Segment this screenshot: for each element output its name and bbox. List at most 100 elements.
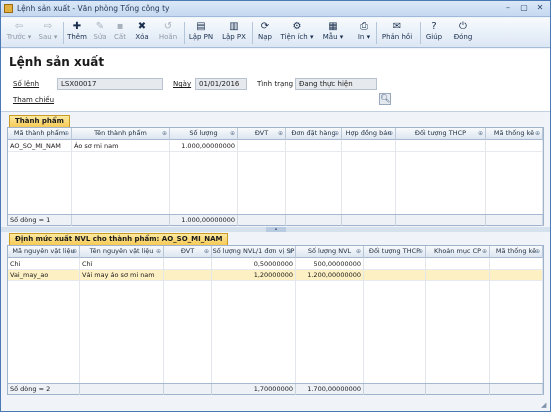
toolbar-button-issue[interactable]: ▥ Lập PX	[219, 20, 249, 46]
table-cell[interactable]	[490, 259, 543, 270]
chevron-down-icon: ▾	[51, 33, 58, 41]
table-cell[interactable]	[286, 141, 342, 152]
close-window-button[interactable]: ✕	[533, 3, 547, 14]
column-header[interactable]: Số lượng	[170, 128, 238, 140]
footer-cell	[164, 384, 212, 395]
column-header[interactable]: Đối tượng THCP	[364, 246, 426, 258]
table-cell[interactable]	[342, 141, 396, 152]
resize-grip-icon[interactable]: ◢	[541, 402, 549, 410]
table-cell[interactable]: 500,00000000	[296, 259, 364, 270]
toolbar-button-template[interactable]: ▦ Mẫu ▾	[319, 20, 347, 46]
toolbar-button-save[interactable]: ▪ Cất	[111, 20, 129, 46]
table-cell[interactable]	[364, 270, 426, 281]
table-cell[interactable]: Vai_may_ao	[8, 270, 80, 281]
table-cell[interactable]	[426, 259, 490, 270]
table-row[interactable]: Vai_may_ao Vải may áo sơ mi nam 1,20000000…	[8, 270, 543, 281]
table-cell[interactable]: Vải may áo sơ mi nam	[80, 270, 164, 281]
issue-icon: ▥	[229, 21, 239, 32]
splitter-grip-icon[interactable]: ▴	[266, 227, 286, 232]
column-header[interactable]: Mã nguyên vật liệu	[8, 246, 80, 258]
maximize-button[interactable]: ▢	[517, 3, 531, 14]
footer-cell: 1.000,00000000	[170, 215, 238, 226]
table-cell[interactable]: 1.000,00000000	[170, 141, 238, 152]
pin-icon[interactable]: ⊕	[204, 246, 209, 257]
undo-icon: ↺	[163, 21, 173, 32]
table-cell[interactable]: 1.200,00000000	[296, 270, 364, 281]
toolbar-button-undo[interactable]: ↺ Hoãn	[155, 20, 181, 46]
toolbar-button-feedback[interactable]: ✉ Phản hồi	[379, 20, 415, 46]
table-cell[interactable]	[164, 259, 212, 270]
search-icon[interactable]: 🔍︎	[379, 93, 391, 105]
footer-cell	[80, 384, 164, 395]
table-cell[interactable]	[396, 141, 486, 152]
so-lenh-field[interactable]: LSX00017	[57, 78, 163, 90]
table-cell[interactable]	[486, 141, 543, 152]
delete-icon: ✖	[137, 21, 147, 32]
column-header[interactable]: Số lượng NVL/1 đơn vị SP	[212, 246, 296, 258]
tinh-trang-field[interactable]: Đang thực hiện	[295, 78, 377, 90]
table-cell[interactable]	[364, 259, 426, 270]
splitter[interactable]: ▴	[1, 227, 550, 232]
table-cell[interactable]	[490, 270, 543, 281]
grid-footer: Số dòng = 1 1.000,00000000	[8, 214, 543, 226]
toolbar-button-print[interactable]: ⎙ In ▾	[353, 20, 375, 46]
toolbar-button-forward-arrow[interactable]: ⇨ Sau ▾	[35, 20, 61, 46]
minimize-button[interactable]: –	[501, 3, 515, 14]
table-cell[interactable]: Chỉ	[80, 259, 164, 270]
footer-cell	[238, 215, 286, 226]
pin-icon[interactable]: ⊕	[334, 128, 339, 139]
chevron-down-icon: ▾	[25, 33, 32, 41]
toolbar-separator	[420, 22, 421, 44]
pin-icon[interactable]: ⊕	[162, 128, 167, 139]
table-cell[interactable]: 0,50000000	[212, 259, 296, 270]
feedback-icon: ✉	[392, 21, 402, 32]
column-header[interactable]: Tên thành phẩm	[72, 128, 170, 140]
toolbar-button-back-arrow[interactable]: ⇦ Trước ▾	[5, 20, 33, 46]
column-header[interactable]: Khoản mục CP	[426, 246, 490, 258]
table-row[interactable]: AO_SO_MI_NAM Áo sơ mi nam 1.000,00000000	[8, 141, 543, 152]
tab-materials[interactable]: Định mức xuất NVL cho thành phẩm: AO_SO_…	[9, 233, 229, 245]
pin-icon[interactable]: ⊕	[356, 246, 361, 257]
pin-icon[interactable]: ⊕	[418, 246, 423, 257]
pin-icon[interactable]: ⊕	[72, 246, 77, 257]
table-cell[interactable]: AO_SO_MI_NAM	[8, 141, 72, 152]
table-cell[interactable]: 1,20000000	[212, 270, 296, 281]
toolbar-button-add[interactable]: ✚ Thêm	[65, 20, 89, 46]
table-row[interactable]: Chi Chỉ 0,50000000 500,00000000	[8, 259, 543, 270]
toolbar-label: Hoãn	[158, 33, 178, 41]
pin-icon[interactable]: ⊕	[478, 128, 483, 139]
pin-icon[interactable]: ⊕	[230, 128, 235, 139]
table-cell[interactable]	[164, 270, 212, 281]
column-header[interactable]: Số lượng NVL	[296, 246, 364, 258]
pin-icon[interactable]: ⊕	[535, 128, 540, 139]
footer-cell	[286, 215, 342, 226]
toolbar-button-help[interactable]: ? Giúp	[423, 20, 445, 46]
table-cell[interactable]	[238, 141, 286, 152]
column-header[interactable]: Đối tượng THCP	[396, 128, 486, 140]
toolbar-separator	[184, 22, 185, 44]
toolbar-button-close[interactable]: ⏻ Đóng	[451, 20, 475, 46]
table-cell[interactable]	[426, 270, 490, 281]
save-icon: ▪	[116, 21, 124, 32]
toolbar-button-delete[interactable]: ✖ Xóa	[131, 20, 153, 46]
pin-icon[interactable]: ⊕	[535, 246, 540, 257]
title-bar[interactable]: Lệnh sản xuất - Văn phòng Tổng công ty –…	[1, 1, 550, 17]
refresh-icon: ⟳	[260, 21, 270, 32]
pin-icon[interactable]: ⊕	[64, 128, 69, 139]
pin-icon[interactable]: ⊕	[388, 128, 393, 139]
ngay-field[interactable]: 01/01/2016	[195, 78, 247, 90]
pin-icon[interactable]: ⊕	[482, 246, 487, 257]
toolbar-button-refresh[interactable]: ⟳ Nạp	[255, 20, 275, 46]
column-header[interactable]: Tên nguyên vật liệu	[80, 246, 164, 258]
pin-icon[interactable]: ⊕	[288, 246, 293, 257]
table-cell[interactable]: Chi	[8, 259, 80, 270]
column-header[interactable]: Mã thành phẩm	[8, 128, 72, 140]
toolbar-button-utility[interactable]: ⚙ Tiện ích ▾	[279, 20, 315, 46]
toolbar-button-receipt[interactable]: ▤ Lập PN	[187, 20, 215, 46]
pin-icon[interactable]: ⊕	[278, 128, 283, 139]
pin-icon[interactable]: ⊕	[156, 246, 161, 257]
tab-products[interactable]: Thành phẩm	[9, 115, 70, 127]
footer-cell: Số dòng = 2	[8, 384, 80, 395]
toolbar-button-edit[interactable]: ✎ Sửa	[91, 20, 109, 46]
table-cell[interactable]: Áo sơ mi nam	[72, 141, 170, 152]
